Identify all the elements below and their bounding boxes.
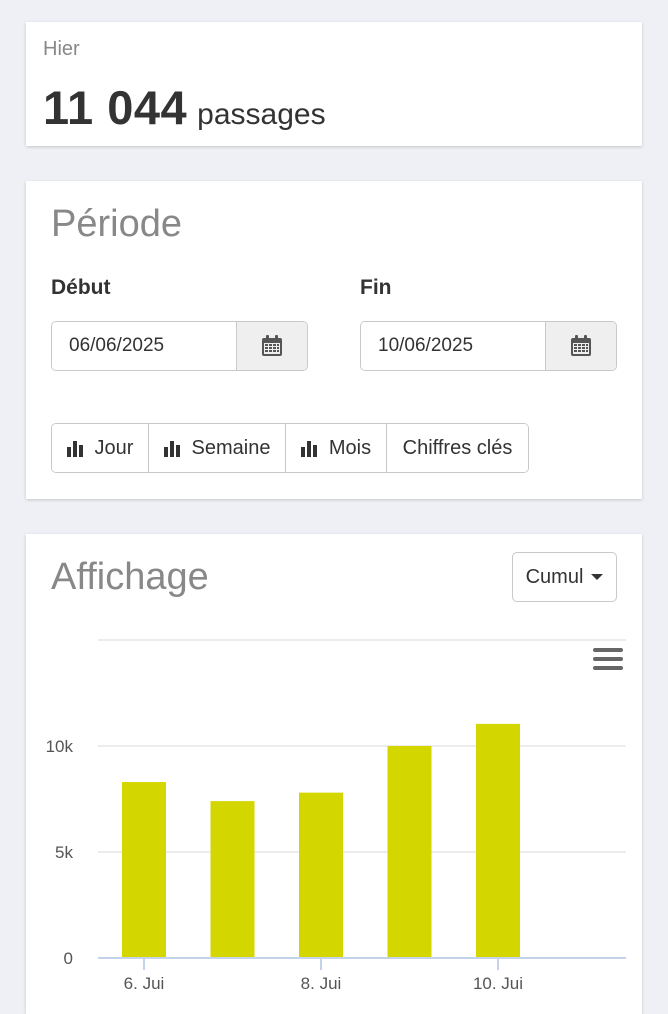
- bar: [210, 801, 255, 958]
- end-date-calendar-button[interactable]: [545, 322, 616, 370]
- summary-label: Hier: [43, 38, 80, 60]
- x-tick-label: 8. Jui: [301, 974, 342, 993]
- start-date-group: [51, 321, 308, 371]
- day-button[interactable]: Jour: [52, 424, 149, 472]
- month-button[interactable]: Mois: [286, 424, 387, 472]
- display-mode-label: Cumul: [525, 565, 584, 588]
- y-tick-label: 10k: [46, 737, 74, 756]
- start-date-input[interactable]: [52, 322, 236, 370]
- summary-card: Hier 11 044 passages: [26, 22, 642, 146]
- start-date-label: Début: [51, 276, 111, 299]
- display-card: 0 5k 10k 6. Jui 8. Jui 10. Jui Affichage Cumu…: [26, 534, 642, 1014]
- week-button-label: Semaine: [191, 436, 271, 459]
- bar: [387, 746, 432, 958]
- day-button-label: Jour: [94, 436, 134, 459]
- display-title: Affichage: [51, 556, 209, 598]
- y-tick-label: 0: [64, 949, 73, 968]
- x-tick-label: 10. Jui: [473, 974, 523, 993]
- key-figures-button-label: Chiffres clés: [402, 436, 513, 459]
- bar-chart-icon: [66, 441, 83, 457]
- caret-down-icon: [591, 574, 604, 580]
- bar-chart-icon: [163, 441, 180, 457]
- bar: [299, 792, 343, 958]
- y-tick-label: 5k: [55, 843, 73, 862]
- week-button[interactable]: Semaine: [149, 424, 286, 472]
- bar-chart: 0 5k 10k 6. Jui 8. Jui 10. Jui: [46, 639, 626, 993]
- granularity-button-group: Jour Semaine Mois Chiffres clés: [51, 423, 529, 473]
- bar: [476, 723, 520, 958]
- end-date-input[interactable]: [361, 322, 545, 370]
- end-date-label: Fin: [360, 276, 392, 299]
- key-figures-button[interactable]: Chiffres clés: [387, 424, 528, 472]
- display-mode-dropdown[interactable]: Cumul: [512, 552, 617, 602]
- x-tick-label: 6. Jui: [124, 974, 165, 993]
- summary-unit: passages: [197, 98, 326, 131]
- month-button-label: Mois: [328, 436, 372, 459]
- start-date-calendar-button[interactable]: [236, 322, 307, 370]
- chart-menu-icon[interactable]: [593, 648, 623, 672]
- calendar-icon: [571, 335, 591, 356]
- end-date-group: [360, 321, 617, 371]
- period-title: Période: [51, 203, 182, 245]
- period-card: Période Début Fin 06/06/2025 10/06/2025 …: [26, 181, 642, 499]
- bar: [122, 782, 166, 958]
- bar-chart-icon: [300, 441, 317, 457]
- calendar-icon: [262, 335, 282, 356]
- summary-value: 11 044 passages: [43, 80, 326, 135]
- summary-number: 11 044: [43, 81, 188, 134]
